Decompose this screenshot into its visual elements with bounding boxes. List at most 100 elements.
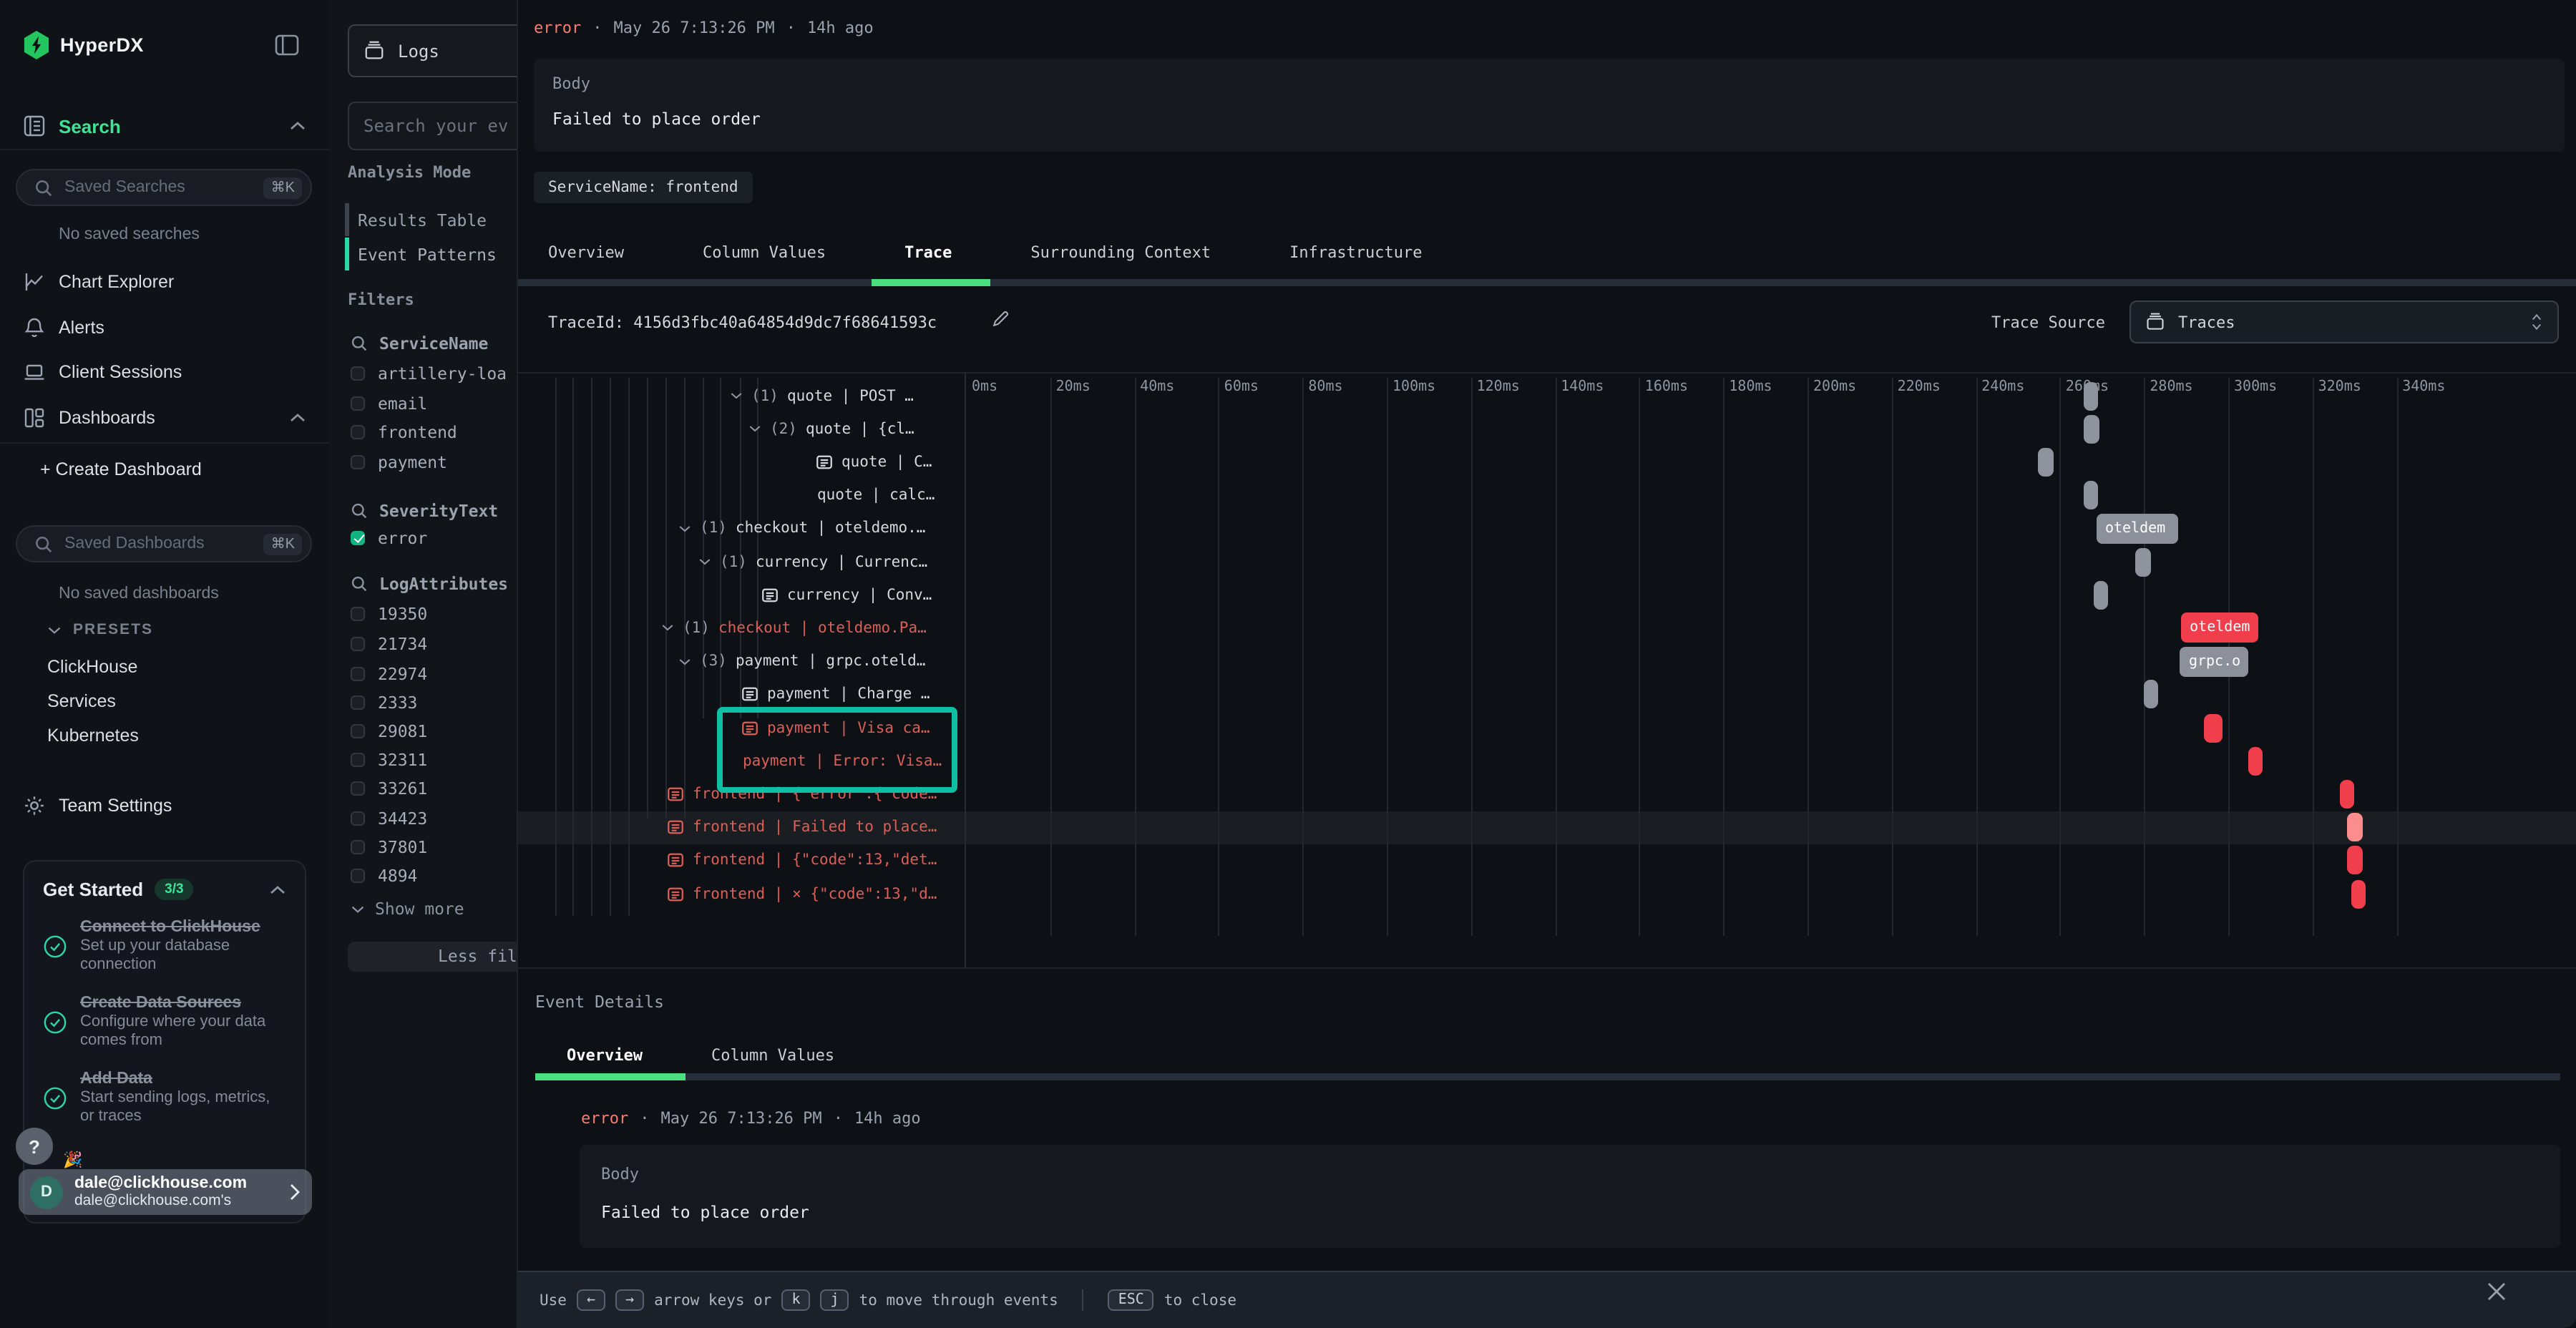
presets-header[interactable]: PRESETS [47,621,153,638]
span-row[interactable]: currency | Conv… [534,578,965,611]
chevron-down-icon[interactable] [661,623,674,633]
checkbox[interactable] [351,723,365,738]
checkbox[interactable] [351,606,365,620]
span-row[interactable]: (3)payment | grpc.oteld… [534,645,965,678]
span-bar[interactable] [2144,680,2158,709]
sidebar-item-client-sessions[interactable]: Client Sessions [23,360,306,384]
tab-infrastructure[interactable]: Infrastructure [1289,243,1422,262]
checkbox[interactable] [351,839,365,854]
trace-source-select[interactable]: Traces [2129,301,2559,343]
filter-option[interactable]: artillery-loa [351,362,507,384]
span-bar[interactable] [2038,448,2054,477]
get-started-item[interactable]: Create Data SourcesConfigure where your … [43,993,286,1052]
chevron-down-icon[interactable] [678,656,691,666]
tab-column-values[interactable]: Column Values [703,243,826,262]
filter-option[interactable]: 29081 [351,720,427,741]
filter-option[interactable]: 33261 [351,777,427,799]
preset-item-kubernetes[interactable]: Kubernetes [47,725,139,745]
chevron-down-icon[interactable] [698,557,711,567]
filter-option[interactable]: 37801 [351,836,427,857]
preset-item-clickhouse[interactable]: ClickHouse [47,657,137,677]
get-started-item[interactable]: Add DataStart sending logs, metrics, or … [43,1068,286,1127]
help-button[interactable]: ? [16,1128,53,1165]
span-row[interactable]: quote | C… [534,446,965,479]
sidebar-item-alerts[interactable]: Alerts [23,315,306,339]
checkbox[interactable] [351,396,365,410]
span-bar-labeled[interactable]: grpc.o [2180,646,2249,676]
span-bar[interactable] [2348,846,2363,875]
filter-option[interactable]: 34423 [351,807,427,829]
sidebar-item-team-settings[interactable]: Team Settings [23,794,306,817]
tab-trace[interactable]: Trace [904,243,952,262]
span-bar[interactable] [2340,780,2355,809]
span-bar[interactable] [2093,580,2108,609]
analysis-mode-option-results-table[interactable]: Results Table [358,210,487,231]
filter-option[interactable]: error [351,527,427,548]
span-row[interactable]: (1)checkout | oteldemo.Pa… [534,612,965,645]
checkbox[interactable] [351,666,365,680]
span-row[interactable]: frontend | {"code":13,"det… [534,844,965,877]
filter-option[interactable]: 19350 [351,602,427,624]
saved-searches-input[interactable]: Saved Searches ⌘K [16,169,312,206]
analysis-mode-option-event-patterns[interactable]: Event Patterns [358,243,497,265]
checkbox[interactable] [351,752,365,766]
checkbox-checked[interactable] [351,530,365,545]
sidebar-collapse-icon[interactable] [275,34,299,56]
event-details-tab-overview[interactable]: Overview [567,1046,643,1065]
chevron-up-icon[interactable] [269,884,286,895]
chevron-up-icon[interactable] [289,120,306,132]
span-row[interactable]: frontend | Failed to place… [534,811,965,844]
span-bar[interactable] [2084,381,2099,410]
filter-option[interactable]: 2333 [351,691,417,713]
show-more-link[interactable]: Show more [351,899,464,919]
span-bar[interactable] [2204,713,2222,742]
chevron-down-icon[interactable] [748,424,761,434]
filter-option[interactable]: 32311 [351,748,427,770]
filter-option[interactable]: payment [351,451,447,472]
service-name-chip[interactable]: ServiceName: frontend [534,172,753,203]
sidebar-item-dashboards[interactable]: Dashboards [23,405,306,429]
span-row[interactable]: payment | Charge … [534,678,965,711]
filter-option[interactable]: 22974 [351,663,427,684]
tab-overview[interactable]: Overview [548,243,624,262]
filter-option[interactable]: frontend [351,421,457,442]
get-started-item[interactable]: Connect to ClickHouseSet up your databas… [43,917,286,976]
sidebar-item-search[interactable]: Search [23,114,306,137]
span-row[interactable]: (1)quote | POST … [534,379,965,412]
checkbox[interactable] [351,868,365,882]
checkbox[interactable] [351,424,365,439]
tab-surrounding-context[interactable]: Surrounding Context [1030,243,1211,262]
chevron-down-icon[interactable] [678,524,691,534]
span-bar-labeled[interactable]: oteldem [2097,514,2178,544]
checkbox[interactable] [351,695,365,709]
span-bar[interactable] [2351,879,2366,908]
sidebar-item-chart-explorer[interactable]: Chart Explorer [23,269,306,293]
span-bar[interactable] [2248,746,2262,775]
chevron-down-icon[interactable] [730,391,743,401]
span-bar[interactable] [2084,481,2099,509]
edit-pencil-icon[interactable] [990,309,1010,329]
checkbox[interactable] [351,454,365,469]
span-row[interactable]: frontend | × {"code":13,"d… [534,877,965,910]
checkbox[interactable] [351,636,365,650]
filter-option[interactable]: 21734 [351,633,427,654]
span-row[interactable]: quote | calc… [534,479,965,512]
event-details-tab-column-values[interactable]: Column Values [711,1046,834,1065]
checkbox[interactable] [351,366,365,380]
checkbox[interactable] [351,781,365,795]
checkbox[interactable] [351,811,365,825]
close-icon[interactable] [2486,1281,2507,1302]
span-bar[interactable] [2348,813,2363,841]
span-row[interactable]: (2)quote | {cl… [534,412,965,445]
span-bar[interactable] [2084,414,2099,443]
preset-item-services[interactable]: Services [47,691,116,711]
span-bar[interactable] [2135,547,2150,576]
span-row[interactable]: (1)checkout | oteldemo.… [534,512,965,545]
saved-dashboards-input[interactable]: Saved Dashboards ⌘K [16,525,312,562]
span-row[interactable]: (1)currency | Currenc… [534,545,965,578]
filter-option[interactable]: email [351,392,427,414]
create-dashboard-button[interactable]: + Create Dashboard [40,459,202,479]
user-profile-chip[interactable]: D dale@clickhouse.com dale@clickhouse.co… [19,1169,312,1215]
span-bar-labeled[interactable]: oteldem [2181,613,2259,643]
filter-option[interactable]: 4894 [351,864,417,886]
